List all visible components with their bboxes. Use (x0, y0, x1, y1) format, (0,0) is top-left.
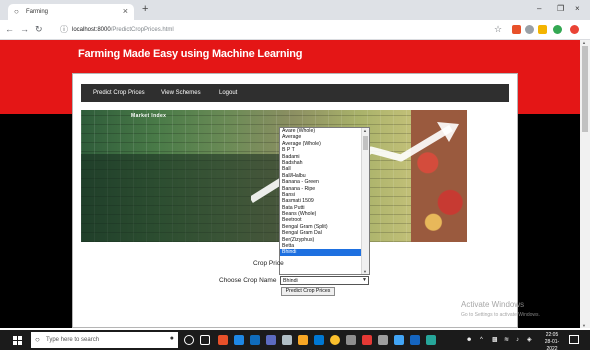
dropdown-options: Avare (Whole) Average Average (Whole) B P T… (280, 128, 369, 256)
taskbar-search-placeholder: Type here to search (46, 337, 100, 343)
scroll-up-icon[interactable]: ▲ (582, 40, 586, 45)
cortana-icon[interactable] (184, 335, 194, 345)
mail-icon[interactable] (314, 335, 324, 345)
app-icon[interactable] (282, 335, 292, 345)
crop-price-label: Crop Price (253, 260, 284, 267)
nav-view-schemes[interactable]: View Schemes (161, 89, 201, 97)
edge-icon[interactable] (234, 335, 244, 345)
wifi-icon[interactable]: ≋ (504, 336, 509, 344)
app-icon[interactable] (266, 335, 276, 345)
forward-arrow-icon[interactable]: → (20, 24, 29, 35)
nav-predict-crop-prices[interactable]: Predict Crop Prices (93, 89, 145, 97)
globe-icon: ○ (14, 7, 19, 16)
close-tab-icon[interactable]: × (123, 7, 128, 16)
app-icon[interactable] (346, 335, 356, 345)
extension-icon[interactable] (538, 25, 547, 34)
search-icon: ○ (35, 335, 40, 344)
app-icon[interactable] (410, 335, 420, 345)
browser-tabstrip: ○ Farming × + – ❐ × (0, 0, 590, 20)
clock-time: 22:05 (545, 332, 559, 338)
app-icon[interactable] (378, 335, 388, 345)
notification-icon[interactable] (569, 335, 579, 344)
app-icon[interactable] (218, 335, 228, 345)
app-icon[interactable] (394, 335, 404, 345)
taskbar-search[interactable]: ○ Type here to search ● (31, 332, 178, 348)
volume-icon[interactable]: ♪ (516, 336, 519, 344)
network-icon[interactable]: ▩ (492, 336, 498, 344)
nav-bar: Predict Crop Prices View Schemes Logout (81, 84, 509, 102)
predict-crop-prices-button[interactable]: Predict Crop Prices (281, 287, 335, 296)
chrome-icon[interactable] (330, 335, 340, 345)
file-explorer-icon[interactable] (298, 335, 308, 345)
scroll-down-icon[interactable]: ▼ (582, 323, 586, 328)
chevron-down-icon: ▼ (362, 277, 367, 283)
reload-icon[interactable]: ↻ (35, 24, 43, 35)
url-host: localhost:8000 (72, 27, 111, 33)
info-icon[interactable]: ⓘ (60, 24, 68, 36)
scroll-down-icon[interactable]: ▼ (363, 269, 367, 274)
extension-icon[interactable] (570, 25, 579, 34)
clock-date: 28-01-2022 (544, 339, 560, 350)
page-scrollbar[interactable]: ▲ ▼ (580, 40, 590, 328)
people-icon[interactable]: ☻ (466, 336, 472, 344)
windows-start-icon[interactable] (13, 336, 22, 345)
close-window-icon[interactable]: × (575, 4, 580, 13)
crop-select-value: Bhindi (283, 278, 298, 284)
task-view-icon[interactable] (200, 335, 210, 345)
extension-icon[interactable] (525, 25, 534, 34)
minimize-icon[interactable]: – (537, 4, 541, 13)
address-bar[interactable]: ⓘ localhost:8000/PredictCropPrices.html (58, 23, 508, 37)
nav-logout[interactable]: Logout (219, 89, 237, 97)
activate-windows-subtitle: Go to Settings to activate Windows. (461, 312, 540, 318)
crop-name-select[interactable]: Bhindi ▼ (280, 276, 369, 285)
taskbar-clock[interactable]: 22:05 28-01-2022 (540, 332, 564, 350)
new-tab-button[interactable]: + (142, 4, 148, 15)
back-arrow-icon[interactable]: ← (5, 24, 14, 35)
tab-title: Farming (26, 9, 49, 15)
crop-name-label: Choose Crop Name (219, 277, 277, 284)
site-title: Farming Made Easy using Machine Learning (78, 48, 303, 60)
app-icon[interactable] (362, 335, 372, 345)
profile-avatar[interactable] (553, 25, 562, 34)
restore-icon[interactable]: ❐ (557, 4, 564, 13)
app-icon[interactable] (426, 335, 436, 345)
banner-image: Market Index (81, 110, 467, 242)
scroll-thumb[interactable] (363, 136, 368, 150)
bookmark-star-icon[interactable]: ☆ (494, 24, 502, 35)
page-scroll-thumb[interactable] (582, 46, 588, 132)
activate-windows-title: Activate Windows (461, 300, 525, 309)
app-icon[interactable] (250, 335, 260, 345)
url-path: /PredictCropPrices.html (110, 27, 174, 33)
windows-taskbar: ○ Type here to search ● ☻ ^ ▩ ≋ ♪ ◈ 22:0… (0, 330, 590, 350)
extension-icon[interactable] (512, 25, 521, 34)
microphone-icon[interactable]: ● (170, 335, 174, 342)
dropdown-option[interactable]: Bhindi (280, 249, 362, 256)
url-text: localhost:8000/PredictCropPrices.html (72, 26, 174, 34)
language-icon[interactable]: ◈ (527, 336, 532, 344)
banner-market-label: Market Index (131, 113, 167, 119)
browser-tab[interactable]: ○ Farming × (8, 4, 134, 20)
chevron-up-icon[interactable]: ^ (480, 336, 483, 344)
scroll-up-icon[interactable]: ▲ (363, 128, 367, 133)
dropdown-scrollbar[interactable]: ▲ ▼ (361, 128, 369, 274)
crop-dropdown-list[interactable]: Avare (Whole) Average Average (Whole) B P T… (279, 127, 370, 275)
